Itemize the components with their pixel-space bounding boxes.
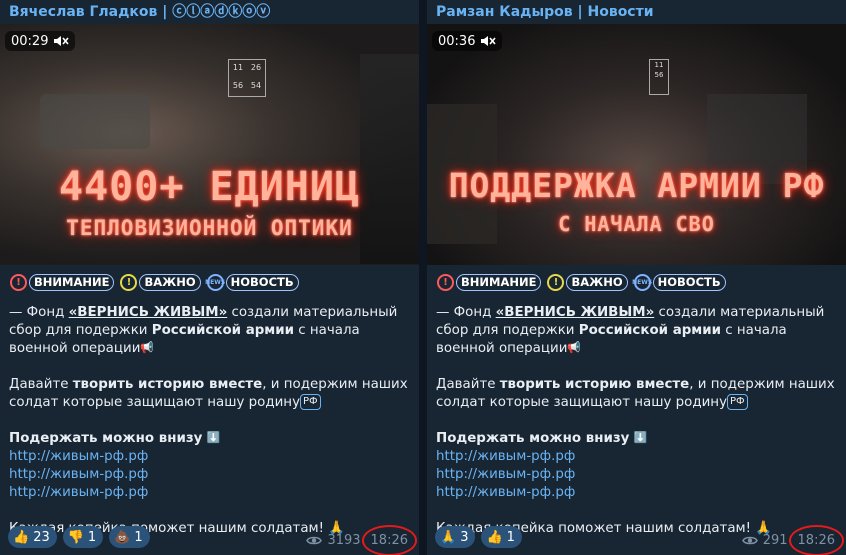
donation-link[interactable]: http://живым-рф.рф bbox=[436, 466, 838, 484]
exclamation-icon: ! bbox=[120, 273, 138, 291]
reactions-bar: 🙏 3 👍 1 bbox=[435, 526, 522, 548]
message-meta: 291 18:26 bbox=[741, 525, 845, 555]
video-title-line1: ПОДДЕРЖКА АРМИИ РФ bbox=[448, 166, 825, 205]
video-title-line2: ТЕПЛОВИЗИОННОЙ ОПТИКИ bbox=[66, 216, 353, 240]
exclamation-icon: ! bbox=[437, 273, 454, 291]
tag-label: ВНИМАНИЕ bbox=[456, 273, 542, 291]
video-duration-badge: 00:29 bbox=[5, 31, 76, 51]
message-text: — Фонд «ВЕРНИСЬ ЖИВЫМ» создали материаль… bbox=[427, 294, 846, 538]
donation-link[interactable]: http://живым-рф.рф bbox=[9, 466, 411, 484]
speaker-muted-icon[interactable] bbox=[480, 34, 497, 48]
eye-icon bbox=[306, 536, 323, 545]
tag-news: NEWS НОВОСТЬ bbox=[632, 273, 726, 291]
duration-text: 00:29 bbox=[11, 33, 49, 49]
view-count: 291 bbox=[762, 533, 788, 548]
video-player[interactable]: 11 56 00:36 ПОДДЕРЖКА АРМИИ РФ С НАЧАЛА С… bbox=[427, 24, 846, 265]
donation-link[interactable]: http://живым-рф.рф bbox=[436, 448, 838, 466]
tag-row: ! ВНИМАНИЕ ! ВАЖНО NEWS НОВОСТЬ bbox=[0, 265, 419, 294]
tag-important: ! ВАЖНО bbox=[547, 273, 628, 291]
thumbs-down-icon: 👎 bbox=[67, 529, 84, 545]
news-icon: NEWS bbox=[205, 273, 225, 291]
message-bubble: Рамзан Кадыров | Новости 11 56 00:36 ПОДД… bbox=[427, 0, 846, 555]
channel-name[interactable]: Вячеслав Гладков | ⓒⓛⓐⓓⓚⓞⓥ bbox=[0, 0, 419, 24]
video-duration-badge: 00:36 bbox=[432, 31, 503, 51]
tag-row: ! ВНИМАНИЕ ! ВАЖНО NEWS НОВОСТЬ bbox=[427, 265, 846, 294]
tag-attention: ! ВНИМАНИЕ bbox=[10, 273, 115, 291]
speaker-muted-icon[interactable] bbox=[53, 34, 70, 48]
fund-name: «ВЕРНИСЬ ЖИВЫМ» bbox=[495, 305, 655, 320]
tag-important: ! ВАЖНО bbox=[120, 273, 201, 291]
support-heading: Подержать можно внизу bbox=[9, 431, 203, 446]
donation-link[interactable]: http://живым-рф.рф bbox=[9, 484, 411, 502]
video-title-line2: С НАЧАЛА СВО bbox=[558, 212, 715, 236]
exclamation-icon: ! bbox=[547, 273, 565, 291]
tag-attention: ! ВНИМАНИЕ bbox=[437, 273, 542, 291]
thumbs-up-icon: 👍 bbox=[13, 529, 30, 545]
news-icon: NEWS bbox=[632, 273, 652, 291]
tag-news: NEWS НОВОСТЬ bbox=[205, 273, 299, 291]
rf-badge: РФ bbox=[300, 394, 321, 410]
megaphone-icon: 📢 bbox=[567, 341, 582, 354]
rf-badge: РФ bbox=[727, 394, 748, 410]
arrow-down-icon: ⬇️ bbox=[633, 431, 648, 444]
reaction-poop[interactable]: 💩 1 bbox=[109, 526, 150, 548]
tag-label: ВНИМАНИЕ bbox=[29, 273, 115, 291]
reactions-bar: 👍 23 👎 1 💩 1 bbox=[8, 526, 150, 548]
arrow-down-icon: ⬇️ bbox=[206, 431, 221, 444]
fund-name: «ВЕРНИСЬ ЖИВЫМ» bbox=[68, 305, 228, 320]
message-bubble: Вячеслав Гладков | ⓒⓛⓐⓓⓚⓞⓥ 11 26 56 54 00:2… bbox=[0, 0, 419, 555]
tag-label: НОВОСТЬ bbox=[652, 273, 726, 291]
view-count: 3193 bbox=[327, 533, 361, 548]
tag-label: НОВОСТЬ bbox=[225, 273, 299, 291]
message-text: — Фонд «ВЕРНИСЬ ЖИВЫМ» создали материаль… bbox=[0, 294, 419, 538]
video-player[interactable]: 11 26 56 54 00:29 4400+ ЕДИНИЦ ТЕПЛОВИЗИОНН… bbox=[0, 24, 419, 265]
reaction-thumbs-up[interactable]: 👍 23 bbox=[8, 526, 57, 548]
video-title-line1: 4400+ ЕДИНИЦ bbox=[59, 164, 360, 210]
poop-icon: 💩 bbox=[114, 529, 131, 545]
timestamp: 18:26 bbox=[361, 525, 418, 555]
tag-label: ВАЖНО bbox=[566, 273, 628, 291]
tag-label: ВАЖНО bbox=[139, 273, 201, 291]
duration-text: 00:36 bbox=[438, 33, 476, 49]
exclamation-icon: ! bbox=[10, 273, 27, 291]
donation-link[interactable]: http://живым-рф.рф bbox=[436, 484, 838, 502]
reaction-thumbs-up[interactable]: 👍 1 bbox=[481, 526, 522, 548]
eye-icon bbox=[741, 536, 758, 545]
reaction-thumbs-down[interactable]: 👎 1 bbox=[62, 526, 104, 548]
donation-link[interactable]: http://живым-рф.рф bbox=[9, 448, 411, 466]
support-heading: Подержать можно внизу bbox=[436, 431, 630, 446]
reaction-pray[interactable]: 🙏 3 bbox=[435, 526, 476, 548]
folded-hands-icon: 🙏 bbox=[440, 529, 457, 545]
thumbs-up-icon: 👍 bbox=[486, 529, 503, 545]
channel-name[interactable]: Рамзан Кадыров | Новости bbox=[427, 0, 846, 24]
megaphone-icon: 📢 bbox=[140, 341, 155, 354]
message-meta: 3193 18:26 bbox=[306, 525, 418, 555]
timestamp: 18:26 bbox=[788, 525, 845, 555]
